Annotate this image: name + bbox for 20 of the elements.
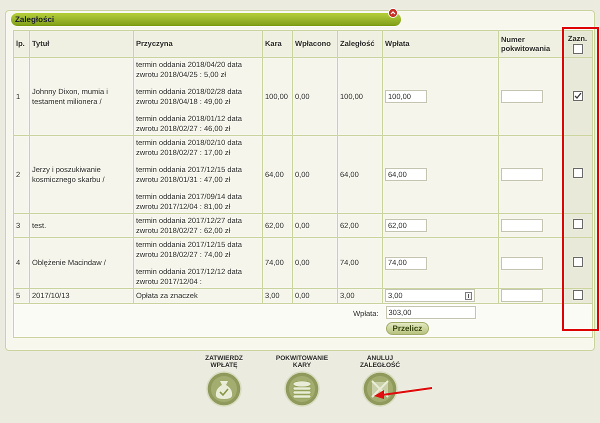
checkbox[interactable] (572, 168, 582, 178)
checkbox[interactable] (572, 256, 582, 267)
recalculate-button[interactable]: Przelicz (386, 322, 430, 334)
receipt-number-field[interactable] (501, 289, 543, 302)
close-icon[interactable] (388, 8, 398, 18)
coins-icon (284, 370, 320, 406)
checkbox[interactable] (572, 290, 582, 300)
check-icon (574, 92, 582, 100)
checkbox[interactable] (572, 219, 582, 230)
spinner-icon[interactable] (465, 292, 472, 300)
receipt-number-field[interactable] (501, 168, 543, 181)
receipt-number-field[interactable] (501, 90, 543, 103)
money-bag-icon (206, 370, 242, 406)
checkbox[interactable] (572, 44, 582, 54)
receipt-number-field[interactable] (501, 256, 543, 270)
crossed-out-icon (362, 370, 398, 406)
panel-title: Zaległości (11, 13, 401, 26)
receipt-number-field[interactable] (501, 219, 543, 232)
pointer-arrow (372, 384, 434, 400)
checkbox[interactable] (572, 90, 582, 101)
